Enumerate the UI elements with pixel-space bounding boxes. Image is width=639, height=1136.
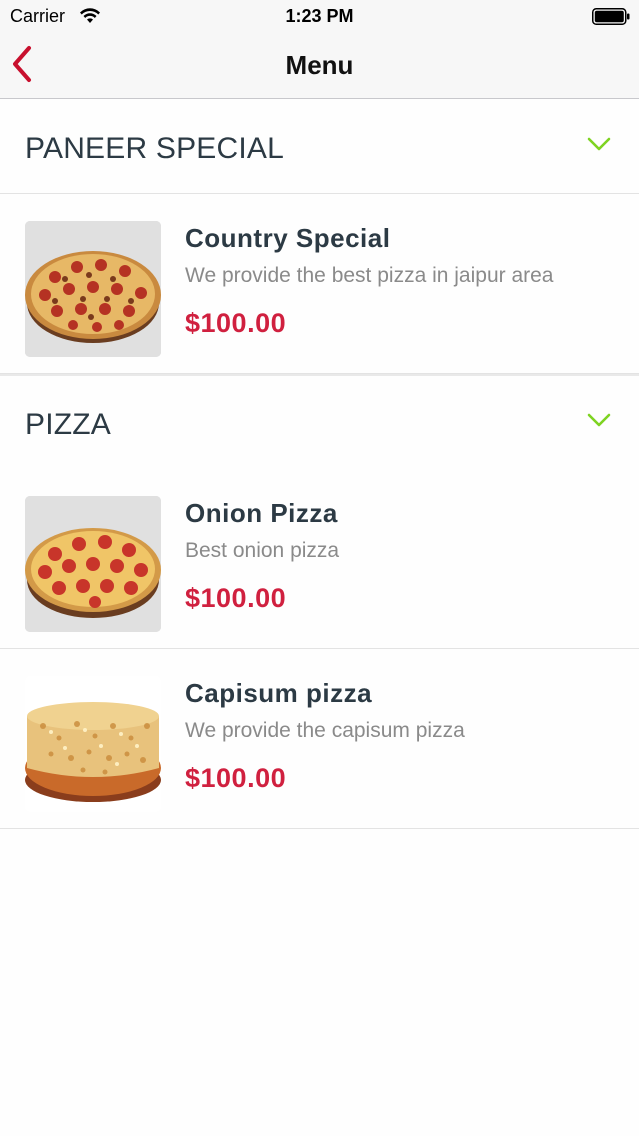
chevron-down-icon [587,413,611,427]
navigation-bar: Menu [0,34,639,99]
item-description: We provide the capisum pizza [185,719,465,742]
item-name: Country Special [185,223,391,253]
item-price: $100.00 [185,308,287,338]
item-price: $100.00 [185,583,287,613]
item-name: Capisum pizza [185,678,373,708]
pizza-thumbnail [25,496,161,632]
item-name: Onion Pizza [185,498,338,528]
status-bar: Carrier 1:23 PM [0,0,639,34]
section-title: PIZZA [25,408,112,441]
item-description: We provide the best pizza in jaipur area [185,264,554,287]
item-description: Best onion pizza [185,539,340,562]
menu-item[interactable]: Onion Pizza Best onion pizza $100.00 [0,469,639,649]
page-title: Menu [285,50,354,80]
section-header-pizza[interactable]: PIZZA [0,376,639,470]
menu-item[interactable]: Country Special We provide the best pizz… [0,194,639,374]
item-price: $100.00 [185,763,287,793]
status-time: 1:23 PM [285,6,354,26]
section-header-paneer-special[interactable]: PANEER SPECIAL [0,100,639,194]
pizza-thumbnail [25,676,161,812]
chevron-down-icon [587,137,611,151]
menu-item[interactable]: Capisum pizza We provide the capisum piz… [0,649,639,829]
section-title: PANEER SPECIAL [25,132,285,165]
battery-icon [592,8,630,25]
pizza-thumbnail [25,221,161,357]
